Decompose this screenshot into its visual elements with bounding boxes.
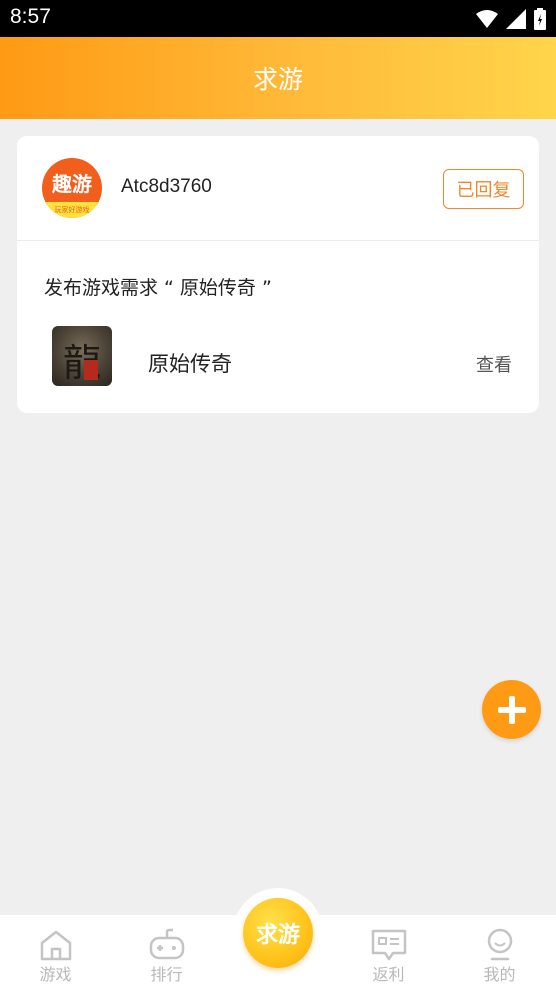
tab-label: 游戏 (39, 965, 72, 984)
tab-ranking[interactable]: 排行 (111, 915, 222, 990)
add-request-button[interactable] (482, 680, 541, 739)
page-title: 求游 (252, 65, 303, 94)
request-text: 发布游戏需求 “ 原始传奇 ” (44, 277, 272, 299)
message-icon (371, 929, 407, 961)
page-header: 求游 (0, 37, 556, 119)
plus-icon (497, 695, 526, 724)
view-link[interactable]: 查看 (476, 351, 512, 377)
game-icon-glyph: 龍 (62, 341, 101, 385)
profile-icon (487, 928, 513, 961)
tab-label: 排行 (150, 965, 183, 984)
divider (17, 240, 539, 241)
tab-label: 返利 (372, 965, 405, 984)
avatar-tagline: 玩家好游戏 (54, 206, 90, 214)
game-icon-stamp (84, 360, 98, 380)
status-icons (476, 8, 546, 30)
avatar-logo-text: 趣游 (52, 172, 92, 196)
avatar[interactable]: 趣游 玩家好游戏 (42, 158, 102, 218)
tab-rebate[interactable]: 返利 (333, 915, 444, 990)
home-icon (40, 930, 72, 961)
tab-games[interactable]: 游戏 (0, 915, 111, 990)
battery-icon (534, 8, 546, 30)
status-time: 8:57 (10, 5, 51, 28)
reply-status-badge[interactable]: 已回复 (443, 169, 524, 209)
tab-label: 我的 (483, 965, 516, 984)
gamepad-icon (149, 928, 185, 960)
status-bar: 8:57 (0, 0, 556, 37)
center-request-label: 求游 (255, 923, 300, 948)
wifi-icon (476, 10, 498, 28)
signal-icon (506, 9, 526, 29)
request-card[interactable]: 趣游 玩家好游戏 Atc8d3760 已回复 发布游戏需求 “ 原始传奇 ” 龍… (17, 136, 539, 413)
center-request-button[interactable]: 求游 (243, 898, 313, 968)
game-icon[interactable]: 龍 (52, 326, 112, 386)
tab-profile[interactable]: 我的 (444, 915, 555, 990)
username: Atc8d3760 (121, 176, 212, 197)
game-name: 原始传奇 (148, 352, 232, 376)
